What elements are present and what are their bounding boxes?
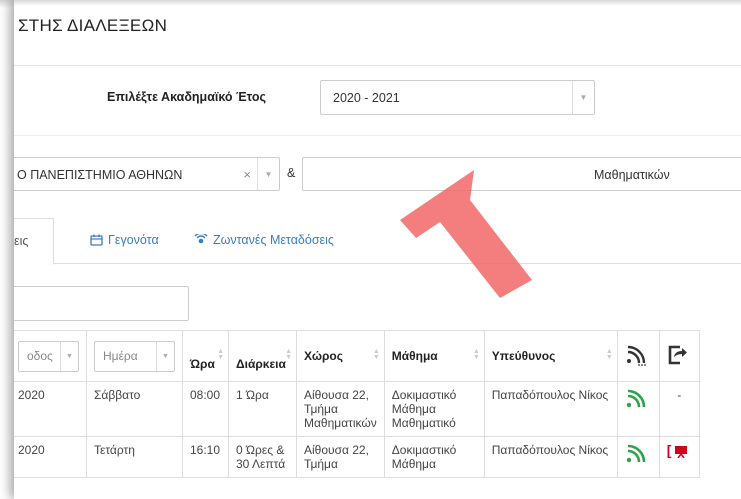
presentation-icon[interactable] xyxy=(674,445,687,458)
year-label: Επιλέξτε Ακαδημαϊκό Έτος xyxy=(107,90,267,104)
calendar-icon xyxy=(90,234,103,246)
cell-time: 16:10 xyxy=(182,436,229,478)
tab-bar: εις Γεγονότα Ζωντανές Μεταδόσεις xyxy=(14,218,741,265)
tab-lectures[interactable]: εις xyxy=(14,218,54,265)
cell-room: Αίθουσα 22, Τμήμα Μαθηματικών xyxy=(296,381,385,437)
col-responsible[interactable]: Υπεύθυνος ▲ ▼ xyxy=(483,330,618,382)
sort-icon[interactable]: ▲ ▼ xyxy=(606,348,613,361)
cell-duration: 1 Ώρα xyxy=(228,381,297,437)
col-room[interactable]: Χώρος ▲ ▼ xyxy=(296,330,385,382)
tab-label: Γεγονότα xyxy=(108,233,159,247)
lectures-table: οδος ▼ Ημέρα ▼ Ώρα ▲ ▼ Διάρκεια ▲ ▼ Χώρο… xyxy=(14,330,700,478)
day-filter[interactable]: Ημέρα ▼ xyxy=(94,340,175,372)
cell-share[interactable]: [ xyxy=(658,436,700,478)
col-course[interactable]: Μάθημα ▲ ▼ xyxy=(383,330,485,382)
col-share xyxy=(658,330,700,382)
table-row[interactable]: 2020 Τετάρτη 16:10 0 Ώρες & 30 Λεπτά Αίθ… xyxy=(14,436,700,478)
sort-icon[interactable]: ▲ ▼ xyxy=(285,348,292,361)
cell-day: Τετάρτη xyxy=(86,436,183,478)
sort-icon[interactable]: ▲ ▼ xyxy=(217,348,224,361)
tab-events[interactable]: Γεγονότα xyxy=(90,233,159,247)
chevron-down-icon[interactable]: ▼ xyxy=(572,81,594,114)
tab-label: Ζωντανές Μεταδόσεις xyxy=(213,233,334,247)
cell-course: Δοκιμαστικό Μάθημα Μαθηματικό xyxy=(383,381,485,437)
broadcast-icon xyxy=(194,234,208,244)
main-window: ΣΤΗΣ ΔΙΑΛΕΞΕΩΝ Επιλέξτε Ακαδημαϊκό Έτος … xyxy=(14,0,741,499)
academic-year-value: 2020 - 2021 xyxy=(333,91,400,105)
sort-icon[interactable]: ▲ ▼ xyxy=(473,348,480,361)
cell-duration: 0 Ώρες & 30 Λεπτά xyxy=(228,436,297,478)
share-icon xyxy=(668,345,687,364)
chevron-down-icon[interactable]: ▼ xyxy=(156,341,174,371)
rss-icon[interactable] xyxy=(625,443,647,465)
cell-period: 2020 xyxy=(14,381,87,437)
tab-label: εις xyxy=(14,234,29,248)
divider xyxy=(14,65,741,66)
ampersand: & xyxy=(287,166,296,180)
clear-icon[interactable]: × xyxy=(243,167,251,182)
cell-time: 08:00 xyxy=(182,381,229,437)
share-bracket: [ xyxy=(666,442,672,458)
period-filter[interactable]: οδος ▼ xyxy=(18,340,79,372)
university-select[interactable]: Ο ΠΑΝΕΠΙΣΤΗΜΙΟ ΑΘΗΝΩΝ × ▼ xyxy=(14,157,280,191)
cell-rss[interactable] xyxy=(616,436,660,478)
cell-period: 2020 xyxy=(14,436,87,478)
cell-responsible: Παπαδόπουλος Νίκος xyxy=(483,436,618,478)
search-input[interactable] xyxy=(14,286,189,321)
rss-icon[interactable] xyxy=(625,388,647,410)
page-title: ΣΤΗΣ ΔΙΑΛΕΞΕΩΝ xyxy=(18,16,168,35)
chevron-down-icon[interactable]: ▼ xyxy=(257,158,279,190)
cell-rss[interactable] xyxy=(616,381,660,437)
col-rss xyxy=(616,330,660,382)
col-duration[interactable]: Διάρκεια ▲ ▼ xyxy=(228,330,297,382)
table-row[interactable]: 2020 Σάββατο 08:00 1 Ώρα Αίθουσα 22, Τμή… xyxy=(14,381,700,437)
cell-room: Αίθουσα 22, Τμήμα xyxy=(296,436,385,478)
col-day[interactable]: Ημέρα ▼ xyxy=(86,330,183,382)
cell-responsible: Παπαδόπουλος Νίκος xyxy=(483,381,618,437)
cell-share: - xyxy=(658,381,700,437)
cell-day: Σάββατο xyxy=(86,381,183,437)
cell-course: Δοκιμαστικό Μάθημα xyxy=(383,436,485,478)
col-period[interactable]: οδος ▼ xyxy=(14,330,87,382)
rss-icon xyxy=(626,345,646,366)
chevron-down-icon[interactable]: ▼ xyxy=(60,341,78,371)
department-value: Μαθηματικών xyxy=(594,168,670,182)
pointer-arrow-icon xyxy=(400,170,532,298)
university-value: Ο ΠΑΝΕΠΙΣΤΗΜΙΟ ΑΘΗΝΩΝ xyxy=(17,168,183,182)
sort-icon[interactable]: ▲ ▼ xyxy=(373,348,380,361)
academic-year-select[interactable]: 2020 - 2021 ▼ xyxy=(320,80,595,115)
col-time[interactable]: Ώρα ▲ ▼ xyxy=(182,330,229,382)
tab-live-broadcasts[interactable]: Ζωντανές Μεταδόσεις xyxy=(194,233,334,247)
divider xyxy=(14,135,741,136)
